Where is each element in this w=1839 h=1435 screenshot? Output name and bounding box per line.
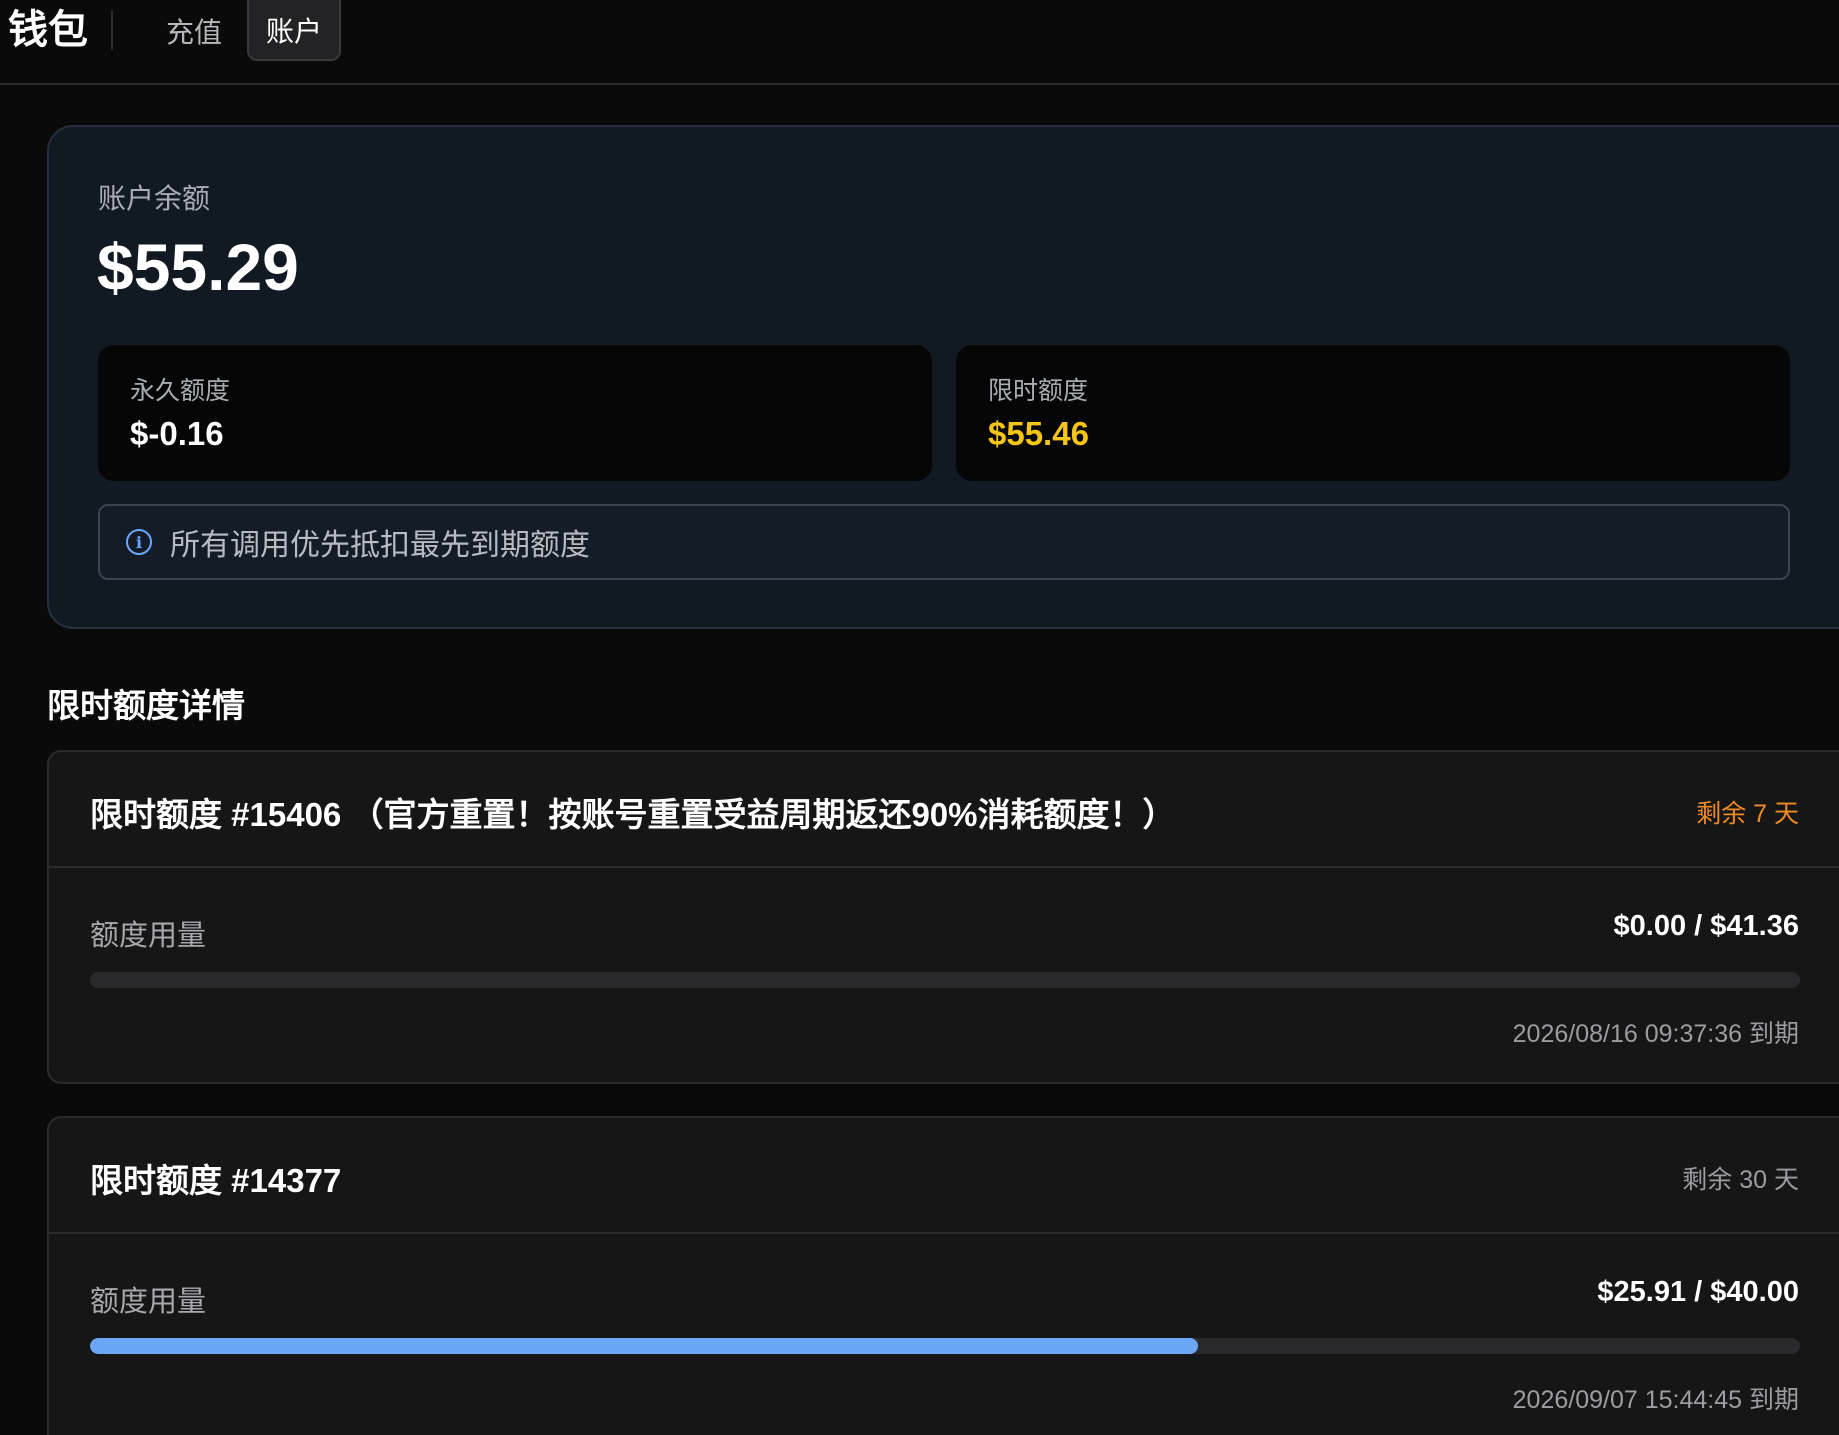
usage-progress-bar [90,972,1800,988]
quota-card-header: 限时额度 #14377 剩余 30 天 [49,1118,1839,1234]
info-icon: i [126,529,152,555]
quota-card-header: 限时额度 #15406 （官方重置！按账号重置受益周期返还90%消耗额度！） 剩… [49,752,1839,868]
permanent-quota-label: 永久额度 [130,377,231,405]
deduction-notice-text: 所有调用优先抵扣最先到期额度 [170,529,590,562]
balance-value: $55.29 [97,230,299,304]
deduction-notice: i 所有调用优先抵扣最先到期额度 [98,504,1790,580]
limited-quota-card: 限时额度 #15406 （官方重置！按账号重置受益周期返还90%消耗额度！） 剩… [47,750,1839,1084]
limited-quota-card: 限时额度 #14377 剩余 30 天 额度用量 $25.91 / $40.00… [47,1116,1839,1435]
top-header: 钱包 充值 账户 [0,0,1839,85]
remaining-days-badge: 剩余 7 天 [1696,800,1799,828]
section-title-limited-details: 限时额度详情 [47,687,245,724]
usage-label: 额度用量 [90,1286,207,1318]
usage-label: 额度用量 [90,920,207,952]
quota-card-title: 限时额度 #14377 [90,1162,342,1199]
permanent-quota-box: 永久额度 $-0.16 [98,345,932,481]
usage-progress-bar [90,1338,1800,1354]
usage-progress-fill [90,1338,1199,1354]
remaining-days-badge: 剩余 30 天 [1682,1166,1799,1194]
usage-value: $25.91 / $40.00 [1597,1276,1799,1308]
permanent-quota-value: $-0.16 [130,415,224,452]
page-title: 钱包 [8,8,88,52]
expiry-time: 2026/09/07 15:44:45 到期 [1512,1386,1799,1414]
usage-value: $0.00 / $41.36 [1613,910,1799,942]
limited-quota-label: 限时额度 [988,377,1089,405]
balance-card: 账户余额 $55.29 永久额度 $-0.16 限时额度 $55.46 i 所有… [47,125,1839,629]
balance-label: 账户余额 [98,183,211,214]
expiry-time: 2026/08/16 09:37:36 到期 [1512,1020,1799,1048]
wallet-page: 钱包 充值 账户 账户余额 $55.29 永久额度 $-0.16 限时额度 $5… [0,0,1839,1435]
header-divider [111,10,113,50]
limited-quota-value: $55.46 [988,415,1089,452]
tab-recharge[interactable]: 充值 [150,0,238,61]
tab-account[interactable]: 账户 [247,0,341,61]
limited-quota-box: 限时额度 $55.46 [956,345,1790,481]
quota-card-title: 限时额度 #15406 （官方重置！按账号重置受益周期返还90%消耗额度！） [90,796,1176,833]
